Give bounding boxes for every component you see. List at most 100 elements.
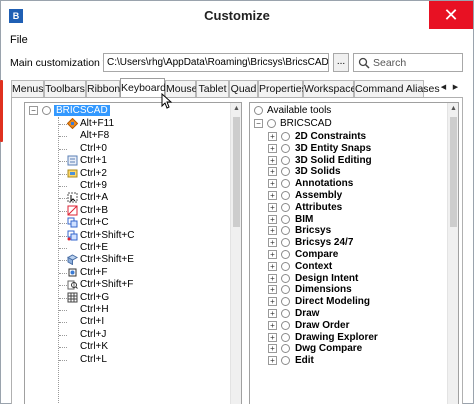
shortcut-tree-item[interactable]: Ctrl+9 <box>25 180 229 192</box>
tab-menus[interactable]: Menus <box>11 80 44 98</box>
tab-scroll-left-button[interactable]: ◀ <box>439 81 448 95</box>
search-box[interactable] <box>353 53 463 72</box>
collapse-toggle-icon[interactable]: − <box>29 106 38 115</box>
expand-toggle-icon[interactable]: + <box>268 155 277 165</box>
shortcut-tree-item[interactable]: Ctrl+C <box>25 217 229 229</box>
expand-toggle-icon[interactable]: + <box>268 238 277 248</box>
expand-toggle-icon[interactable]: + <box>268 191 277 200</box>
expand-toggle-icon[interactable]: + <box>268 132 277 141</box>
tool-group-item[interactable]: + Dimensions <box>250 284 446 296</box>
tool-group-item[interactable]: + Draw Order <box>250 320 446 332</box>
vertical-scrollbar[interactable]: ▲ <box>230 103 241 404</box>
tool-group-item[interactable]: + Compare <box>250 249 446 261</box>
tool-group-label: BIM <box>295 213 314 225</box>
expand-toggle-icon[interactable]: + <box>268 226 277 236</box>
tab-strip: Menus Toolbars Ribbon Keyboard Mouse Tablet Qu… <box>11 78 463 99</box>
scroll-up-arrow-icon[interactable]: ▲ <box>231 103 241 115</box>
tool-group-item[interactable]: + Direct Modeling <box>250 296 446 308</box>
shortcut-label: Ctrl+H <box>80 304 109 315</box>
shortcut-tree-item[interactable]: Alt+F11 <box>25 118 229 130</box>
tool-group-item[interactable]: + Context <box>250 261 446 273</box>
tree-branch-line <box>59 148 67 150</box>
expand-toggle-icon[interactable]: + <box>268 202 277 212</box>
shortcut-tree-item[interactable]: Alt+F8 <box>25 130 229 142</box>
close-button[interactable]: ✕ <box>429 1 473 29</box>
expand-toggle-icon[interactable]: + <box>268 309 277 318</box>
tool-group-item[interactable]: + Draw <box>250 308 446 320</box>
tool-group-item[interactable]: + BIM <box>250 214 446 226</box>
shortcut-label: Alt+F11 <box>80 118 114 129</box>
tab-command-aliases[interactable]: Command Aliases <box>354 80 440 98</box>
shortcut-tree-item[interactable]: Ctrl+J <box>25 329 229 341</box>
expand-toggle-icon[interactable]: + <box>268 250 277 259</box>
shortcut-tree-item[interactable]: Ctrl+L <box>25 354 229 366</box>
tool-group-item[interactable]: +3D Solid Editing <box>250 155 446 167</box>
shortcut-tree-item[interactable]: Ctrl+1 <box>25 155 229 167</box>
tool-group-item[interactable]: + Bricsys <box>250 225 446 237</box>
tool-group-item[interactable]: + Edit <box>250 355 446 367</box>
tree-root-bricscad[interactable]: BRICSCAD <box>54 105 110 116</box>
shortcut-tree-item[interactable]: Ctrl+2 <box>25 168 229 180</box>
vertical-scrollbar[interactable]: ▲ <box>447 103 458 404</box>
tool-group-label: Attributes <box>295 201 343 213</box>
tool-group-item[interactable]: + Attributes <box>250 202 446 214</box>
browse-button[interactable]: ... <box>333 53 349 72</box>
expand-toggle-icon[interactable]: + <box>268 167 277 177</box>
tab-keyboard[interactable]: Keyboard <box>120 78 166 99</box>
expand-toggle-icon[interactable]: + <box>268 285 277 295</box>
shortcut-tree-item[interactable]: Ctrl+A <box>25 192 229 204</box>
shortcut-tree-item[interactable]: Ctrl+G <box>25 292 229 304</box>
shortcut-tree-item[interactable]: Ctrl+H <box>25 304 229 316</box>
tab-tablet[interactable]: Tablet <box>196 80 229 98</box>
tool-group-item[interactable]: + Assembly <box>250 190 446 202</box>
tool-group-item[interactable]: + Design Intent <box>250 273 446 285</box>
shortcut-tree-item[interactable]: Ctrl+0 <box>25 143 229 155</box>
expand-toggle-icon[interactable]: + <box>268 344 277 354</box>
expand-toggle-icon[interactable]: + <box>268 273 277 283</box>
shortcut-tree-item[interactable]: Ctrl+Shift+F <box>25 279 229 291</box>
node-radio-icon <box>281 332 290 342</box>
tool-group-item[interactable]: + Drawing Explorer <box>250 332 446 344</box>
available-tools-tree[interactable]: Available tools − BRICSCAD +2D Constraints +… <box>249 102 459 404</box>
shortcut-tree-item[interactable]: Ctrl+K <box>25 341 229 353</box>
shortcut-tree-item[interactable]: Ctrl+I <box>25 316 229 328</box>
tree-node-bricscad[interactable]: BRICSCAD <box>280 118 332 129</box>
expand-toggle-icon[interactable]: + <box>268 332 277 342</box>
expand-toggle-icon[interactable]: + <box>268 297 277 307</box>
tool-group-item[interactable]: + Bricsys 24/7 <box>250 237 446 249</box>
scrollbar-thumb[interactable] <box>233 117 240 227</box>
tool-group-item[interactable]: + Annotations <box>250 178 446 190</box>
shortcut-tree-item[interactable]: Ctrl+F <box>25 267 229 279</box>
shortcut-tree-item[interactable]: Ctrl+E <box>25 242 229 254</box>
tab-properties[interactable]: Properties <box>258 80 307 98</box>
menu-file[interactable]: File <box>10 34 28 46</box>
scrollbar-thumb[interactable] <box>450 117 457 227</box>
tool-group-item[interactable]: +3D Solids <box>250 166 446 178</box>
expand-toggle-icon[interactable]: + <box>268 320 277 330</box>
tool-group-label: Compare <box>295 249 339 260</box>
tab-ribbon[interactable]: Ribbon <box>86 80 120 98</box>
available-tools-root[interactable]: Available tools <box>267 105 331 116</box>
tool-group-item[interactable]: +3D Entity Snaps <box>250 143 446 155</box>
keyboard-shortcuts-tree[interactable]: − BRICSCAD Alt+F11 Alt+F8 Ctrl+0 Ctrl+1 Ctrl+2… <box>24 102 242 404</box>
collapse-toggle-icon[interactable]: − <box>254 119 263 128</box>
tool-group-item[interactable]: +2D Constraints <box>250 131 446 143</box>
shortcut-tree-item[interactable]: Ctrl+B <box>25 205 229 217</box>
expand-toggle-icon[interactable]: + <box>268 214 277 224</box>
expand-toggle-icon[interactable]: + <box>268 261 277 271</box>
expand-toggle-icon[interactable]: + <box>268 179 277 189</box>
shortcut-label: Ctrl+E <box>80 242 109 253</box>
tree-branch-line <box>59 285 67 287</box>
expand-toggle-icon[interactable]: + <box>268 356 277 366</box>
expand-toggle-icon[interactable]: + <box>268 143 277 153</box>
customization-file-path-field[interactable]: C:\Users\rhg\AppData\Roaming\Bricsys\Bri… <box>103 53 329 72</box>
shortcut-tree-item[interactable]: Ctrl+Shift+C <box>25 230 229 242</box>
search-input[interactable] <box>373 55 459 70</box>
tab-workspaces[interactable]: Workspaces <box>303 80 362 98</box>
tab-scroll-right-button[interactable]: ▶ <box>451 81 460 95</box>
tab-toolbars[interactable]: Toolbars <box>44 80 86 98</box>
tool-group-item[interactable]: + Dwg Compare <box>250 343 446 355</box>
tab-quad[interactable]: Quad <box>229 80 258 98</box>
shortcut-tree-item[interactable]: Ctrl+Shift+E <box>25 254 229 266</box>
scroll-up-arrow-icon[interactable]: ▲ <box>448 103 458 115</box>
